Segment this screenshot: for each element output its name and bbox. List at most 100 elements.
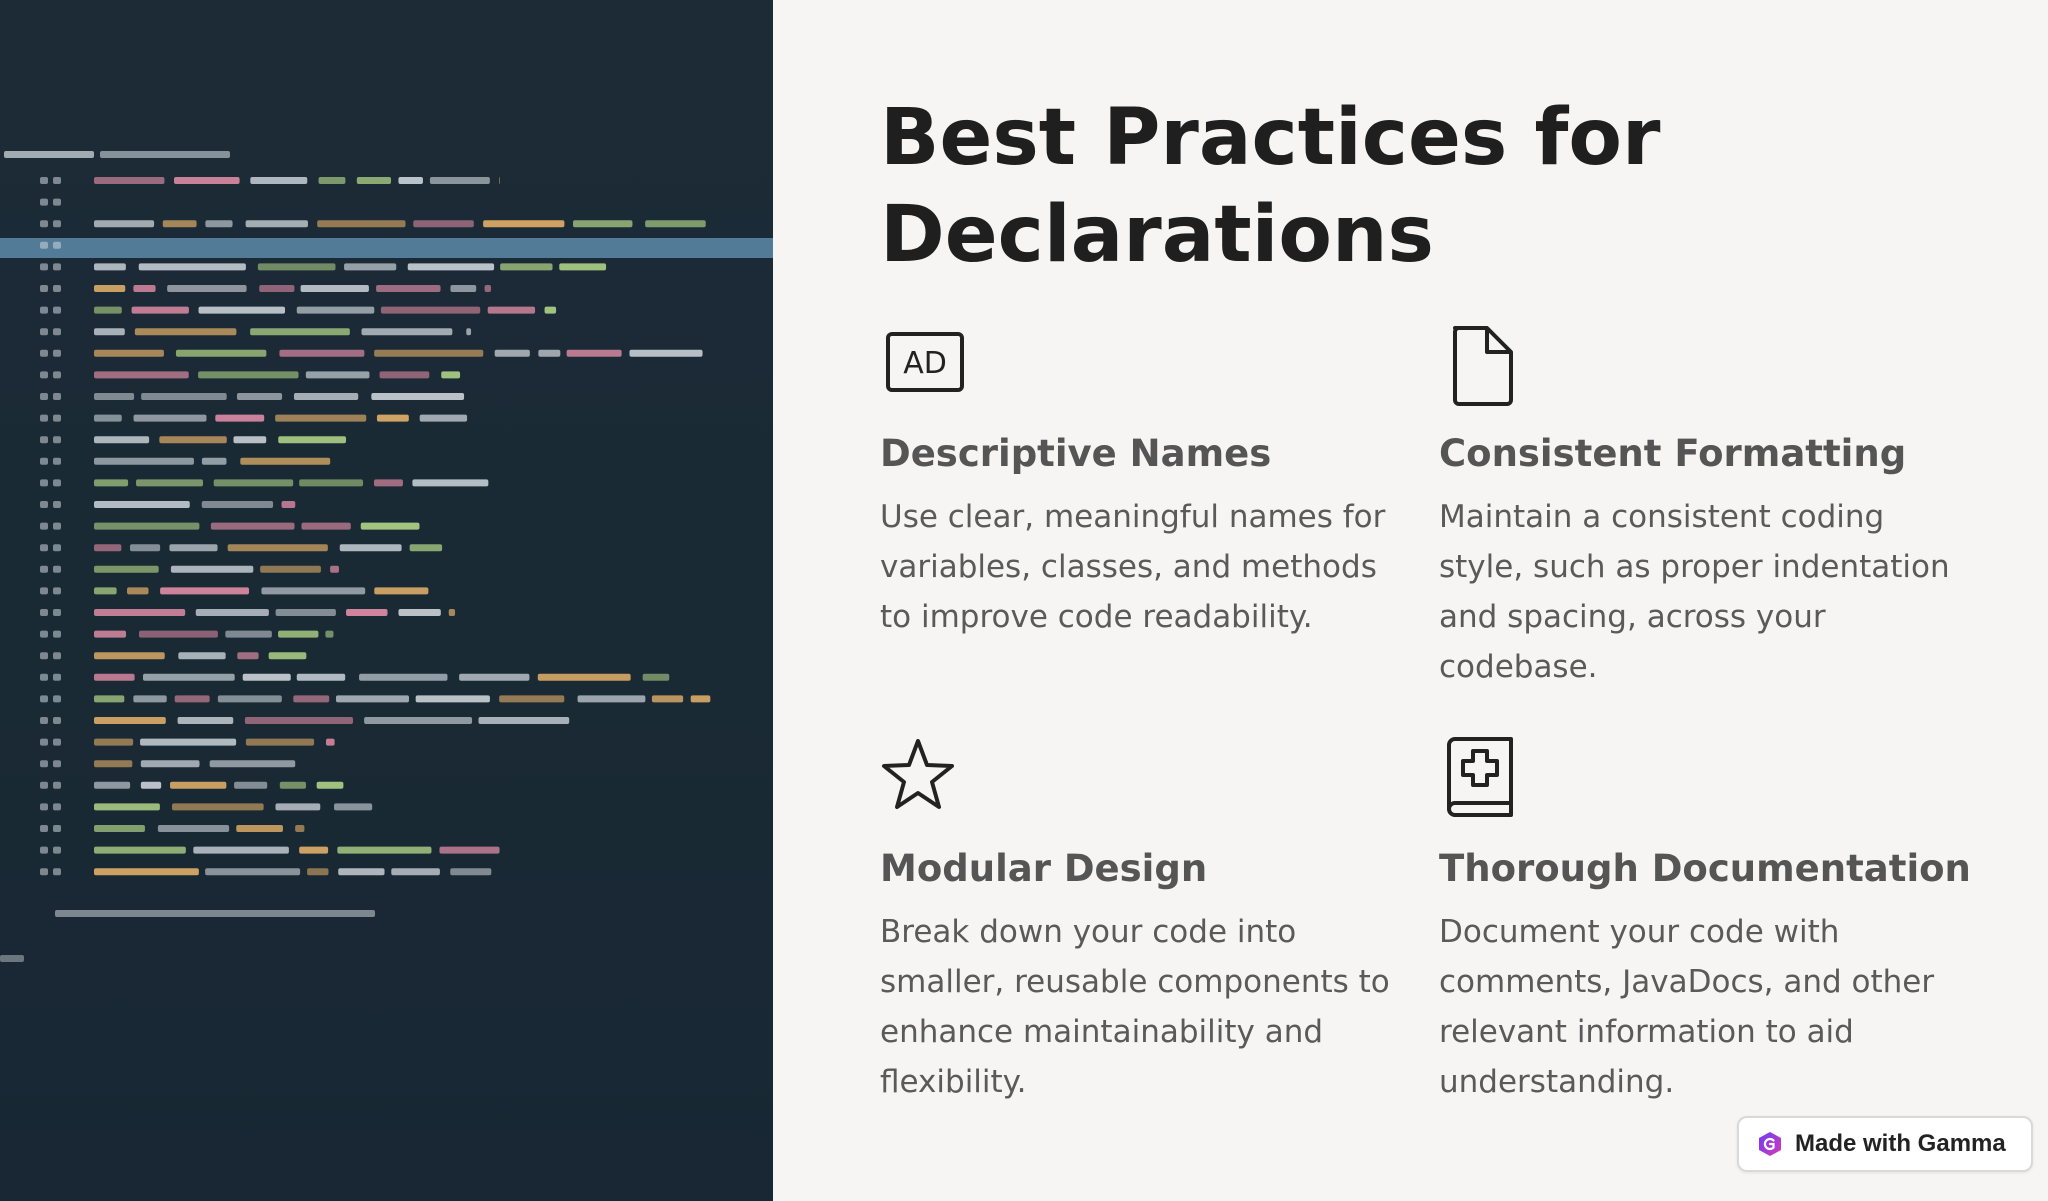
code-token [296,673,346,681]
star-icon [880,735,970,825]
code-token [40,781,48,789]
code-token [213,479,294,487]
code-token [210,522,295,530]
code-token [373,479,403,487]
ad-icon: AD [880,320,970,410]
slide-content: Best Practices for Declarations AD Descr… [773,0,2048,1201]
code-token [299,479,364,487]
code-token [295,825,305,832]
code-token [198,371,299,379]
code-token [261,587,366,595]
code-token [278,630,319,638]
code-token [275,803,321,811]
code-token [499,177,500,184]
code-token [40,177,48,184]
highlighted-code-line [0,238,773,258]
code-token [398,609,441,616]
code-token [53,609,61,616]
code-token [651,695,684,703]
code-token [419,414,468,422]
code-token [559,263,607,271]
code-token [53,306,61,314]
code-token [40,695,48,703]
code-token [40,673,48,681]
code-token [380,306,481,314]
code-token [316,781,344,789]
code-token [53,198,61,206]
code-token [325,738,335,746]
code-token [40,825,48,832]
code-token [133,414,207,422]
code-token [94,414,122,422]
code-token [305,371,370,379]
code-token [371,393,465,400]
code-token [376,285,441,292]
code-token [140,781,162,789]
code-token [94,263,126,271]
code-token [645,220,706,228]
code-token [40,198,48,206]
code-token [53,673,61,681]
code-token [100,151,230,158]
code-token [94,306,122,314]
code-token [205,220,233,228]
code-token [94,630,127,638]
card-body: Break down your code into smaller, reusa… [880,914,1390,1100]
code-token [159,436,227,444]
code-token [40,328,48,336]
code-token [53,652,61,660]
code-token [195,609,269,616]
code-token [237,652,259,660]
code-token [169,544,218,552]
code-token [40,846,48,854]
code-token [40,220,48,228]
code-token [275,609,336,616]
code-token [131,306,189,314]
code-token [690,695,711,703]
code-token [391,868,440,876]
code-token [94,825,145,832]
code-token [94,436,150,444]
code-token [279,349,365,357]
code-token [236,393,283,400]
code-token [40,565,48,573]
code-token [364,717,473,724]
code-token [293,695,330,703]
code-token [429,177,490,184]
card-body: Use clear, meaningful names for variable… [880,499,1386,635]
code-token [242,673,291,681]
code-token [40,630,48,638]
code-token [301,522,351,530]
code-token [281,501,296,508]
code-token [40,587,48,595]
title-line-1: Best Practices for [880,93,1661,183]
code-token [201,457,227,465]
code-token [538,349,561,357]
code-token [500,263,553,271]
code-token [94,328,125,336]
code-token [94,177,165,184]
card-heading: Descriptive Names [880,432,1272,475]
code-token [257,263,336,271]
made-with-gamma-badge[interactable]: Made with Gamma [1737,1116,2033,1172]
code-token [244,717,354,724]
code-token [53,846,61,854]
code-token [483,220,565,228]
code-token [55,910,375,917]
code-token [142,673,235,681]
code-editor-image [0,0,773,1201]
code-token [53,825,61,832]
code-token [40,760,48,768]
code-token [415,695,490,703]
code-token [171,803,264,811]
code-token [94,717,166,724]
code-token [40,414,48,422]
code-token [330,565,339,573]
code-token [53,544,61,552]
code-token [439,846,500,854]
svg-text:AD: AD [903,346,947,381]
code-token [209,760,296,768]
code-token [260,565,321,573]
code-token [40,436,48,444]
code-token [40,868,48,876]
